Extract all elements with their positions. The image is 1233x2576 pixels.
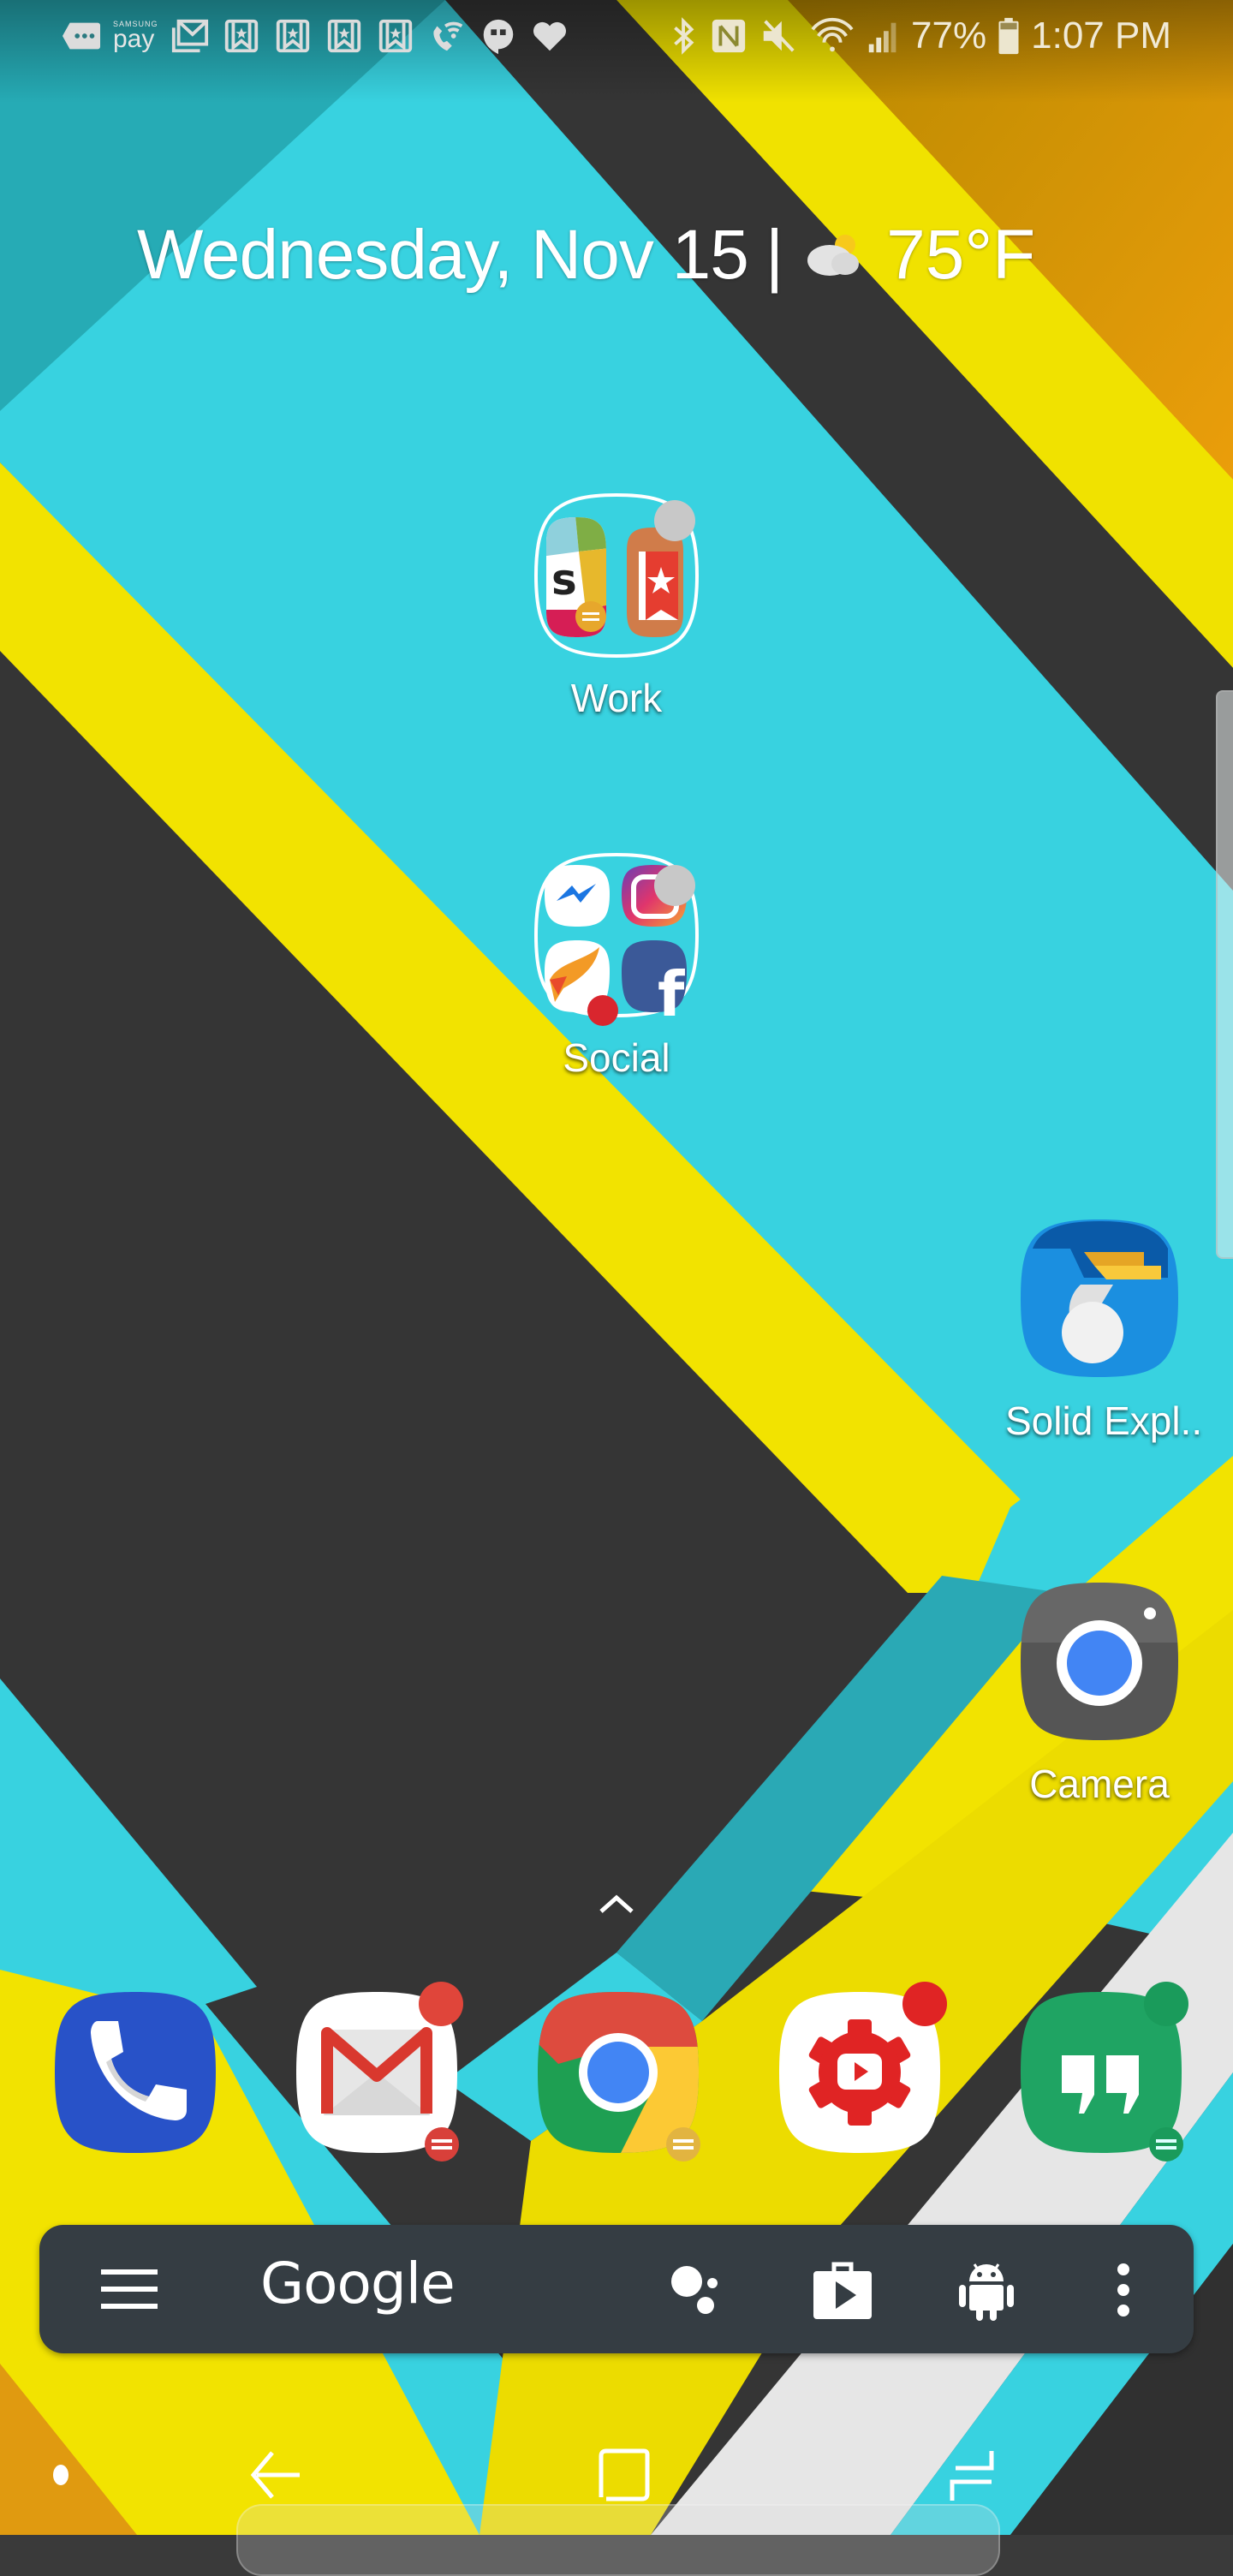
wunderlist-icon xyxy=(627,528,683,637)
messages-icon xyxy=(62,16,101,56)
gmail-icon xyxy=(296,1982,463,2162)
samsung-pay-icon: SAMSUNG pay xyxy=(113,19,158,53)
dock-app-youtube-studio[interactable] xyxy=(774,1982,947,2158)
folder-social[interactable]: f Social xyxy=(522,851,711,1081)
dock-app-gmail[interactable] xyxy=(291,1982,463,2162)
nfc-icon xyxy=(709,16,748,56)
youtube-studio-icon xyxy=(779,1982,947,2153)
battery-percent: 77% xyxy=(911,15,987,57)
messenger-icon xyxy=(545,865,610,927)
app-label: Camera xyxy=(1029,1762,1170,1806)
notification-badge xyxy=(902,1982,947,2026)
notification-icons: SAMSUNG pay xyxy=(62,14,569,58)
app-label: Solid Expl.. xyxy=(1005,1398,1203,1443)
pocket-bookmark-icon xyxy=(325,16,364,56)
wifi-calling-icon xyxy=(427,16,467,56)
svg-text:s: s xyxy=(551,555,577,605)
system-icons: 77% 1:07 PM xyxy=(670,14,1171,58)
folder-label: Work xyxy=(570,676,663,720)
dot-indicator[interactable] xyxy=(48,2441,74,2509)
slack-icon: s xyxy=(546,517,606,637)
app-camera[interactable]: Camera xyxy=(1005,1577,1194,1807)
hangouts-icon xyxy=(1021,1982,1188,2162)
edge-panel-handle[interactable] xyxy=(1216,690,1233,1259)
svg-text:f: f xyxy=(658,958,685,1030)
camera-icon[interactable] xyxy=(1016,1577,1183,1745)
google-search-bar[interactable]: Google xyxy=(39,2225,1194,2353)
solid-explorer-icon[interactable] xyxy=(1016,1214,1183,1382)
more-vert-icon[interactable] xyxy=(1089,2256,1158,2324)
shortcut-badge-icon xyxy=(1149,2127,1183,2162)
folder-work[interactable]: s Work xyxy=(522,492,711,721)
folder-badge xyxy=(654,865,695,906)
app-drawer-chevron-icon[interactable] xyxy=(596,1891,637,1917)
partly-cloudy-icon xyxy=(801,230,866,281)
notification-badge xyxy=(419,1982,463,2026)
folder-badge xyxy=(654,500,695,541)
gmail-notification-icon xyxy=(170,16,210,56)
gesture-handle[interactable] xyxy=(236,2504,1000,2576)
widget-date[interactable]: Wednesday, Nov 15 xyxy=(137,215,749,295)
date-weather-widget[interactable]: Wednesday, Nov 15 | 75°F xyxy=(137,212,1035,298)
folder-social-icon[interactable]: f xyxy=(533,851,700,1030)
signal-icon xyxy=(867,16,901,56)
back-button[interactable] xyxy=(243,2441,312,2509)
dock xyxy=(0,1982,1233,2175)
menu-icon[interactable] xyxy=(101,2269,158,2309)
pocket-bookmark-icon xyxy=(222,16,261,56)
chrome-icon xyxy=(538,1992,700,2162)
dock-app-chrome[interactable] xyxy=(533,1987,704,2162)
assistant-icon[interactable] xyxy=(664,2256,733,2324)
home-button[interactable] xyxy=(589,2441,658,2509)
widget-separator: | xyxy=(765,216,784,294)
play-store-icon[interactable] xyxy=(808,2256,877,2324)
shortcut-badge-icon xyxy=(425,2127,459,2162)
google-logo[interactable]: Google xyxy=(260,2251,456,2317)
phone-icon xyxy=(55,1992,216,2153)
dock-app-hangouts[interactable] xyxy=(1016,1982,1188,2162)
mute-icon xyxy=(759,16,798,56)
hangouts-notification-icon xyxy=(479,16,518,56)
notification-badge xyxy=(1144,1982,1188,2026)
dock-app-phone[interactable] xyxy=(50,1987,221,2158)
widget-temperature[interactable]: 75°F xyxy=(886,215,1035,295)
folder-work-icon[interactable]: s xyxy=(533,492,700,659)
wifi-icon xyxy=(808,16,856,56)
recents-button[interactable] xyxy=(938,2441,1007,2509)
pocket-bookmark-icon xyxy=(273,16,313,56)
status-bar[interactable]: SAMSUNG pay 77% 1:07 PM xyxy=(0,0,1233,72)
pocket-bookmark-icon xyxy=(376,16,415,56)
heart-icon xyxy=(530,16,569,56)
folder-label: Social xyxy=(563,1035,670,1080)
bluetooth-icon xyxy=(670,16,699,56)
shortcut-badge-icon xyxy=(666,2127,700,2162)
app-solid-explorer[interactable]: Solid Expl.. xyxy=(1005,1214,1203,1444)
clock: 1:07 PM xyxy=(1031,15,1171,57)
battery-icon xyxy=(997,16,1021,56)
android-icon[interactable] xyxy=(952,2256,1021,2324)
